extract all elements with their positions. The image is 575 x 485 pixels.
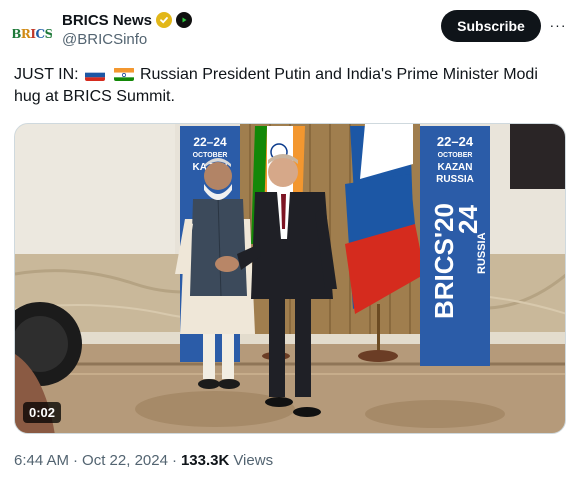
tweet-date[interactable]: Oct 22, 2024: [82, 452, 168, 469]
subscribe-button[interactable]: Subscribe: [441, 10, 541, 42]
more-dots-icon[interactable]: ···: [548, 14, 568, 36]
right-banner-month: OCTOBER: [438, 152, 473, 159]
views-label: Views: [233, 452, 274, 469]
left-banner-date: 22–24: [193, 135, 227, 149]
video-duration: 0:02: [23, 402, 62, 423]
tweet-header: BRICS BRICS News @BRICSinfo Subscribe ··…: [0, 0, 575, 60]
meta-separator: ·: [171, 452, 177, 469]
right-banner-date: 22–24: [437, 134, 474, 149]
tweet-meta: 6:44 AM · Oct 22, 2024 · 133.3K Views: [14, 452, 273, 469]
avatar-logo: BRICS: [12, 27, 52, 41]
account-names: BRICS News @BRICSinfo: [62, 10, 193, 48]
left-banner-month: OCTOBER: [193, 152, 228, 159]
tweet-prefix: JUST IN:: [14, 66, 79, 83]
right-banner-vertical-country: RUSSIA: [476, 232, 488, 274]
play-badge-icon[interactable]: [176, 12, 193, 28]
right-banner-city: KAZAN: [438, 162, 473, 173]
meta-separator: ·: [73, 452, 79, 469]
india-flag-icon: [113, 67, 134, 81]
views-count: 133.3K: [180, 452, 230, 469]
tweet-time[interactable]: 6:44 AM: [14, 452, 69, 469]
right-banner-country: RUSSIA: [436, 174, 474, 185]
right-banner-vertical-year: 24: [453, 205, 483, 234]
avatar[interactable]: BRICS: [12, 14, 52, 54]
account-handle[interactable]: @BRICSinfo: [62, 31, 192, 48]
russia-flag-icon: [85, 67, 106, 81]
video-frame: 22–24 OCTOBER KAZAN 22–24 OCTOBER KAZAN …: [15, 124, 565, 433]
display-name[interactable]: BRICS News: [62, 12, 152, 29]
gold-check-badge-icon[interactable]: [156, 12, 173, 28]
tweet-text: JUST IN: Russian President Putin and Ind…: [14, 64, 564, 108]
video-player[interactable]: 22–24 OCTOBER KAZAN 22–24 OCTOBER KAZAN …: [14, 123, 566, 434]
